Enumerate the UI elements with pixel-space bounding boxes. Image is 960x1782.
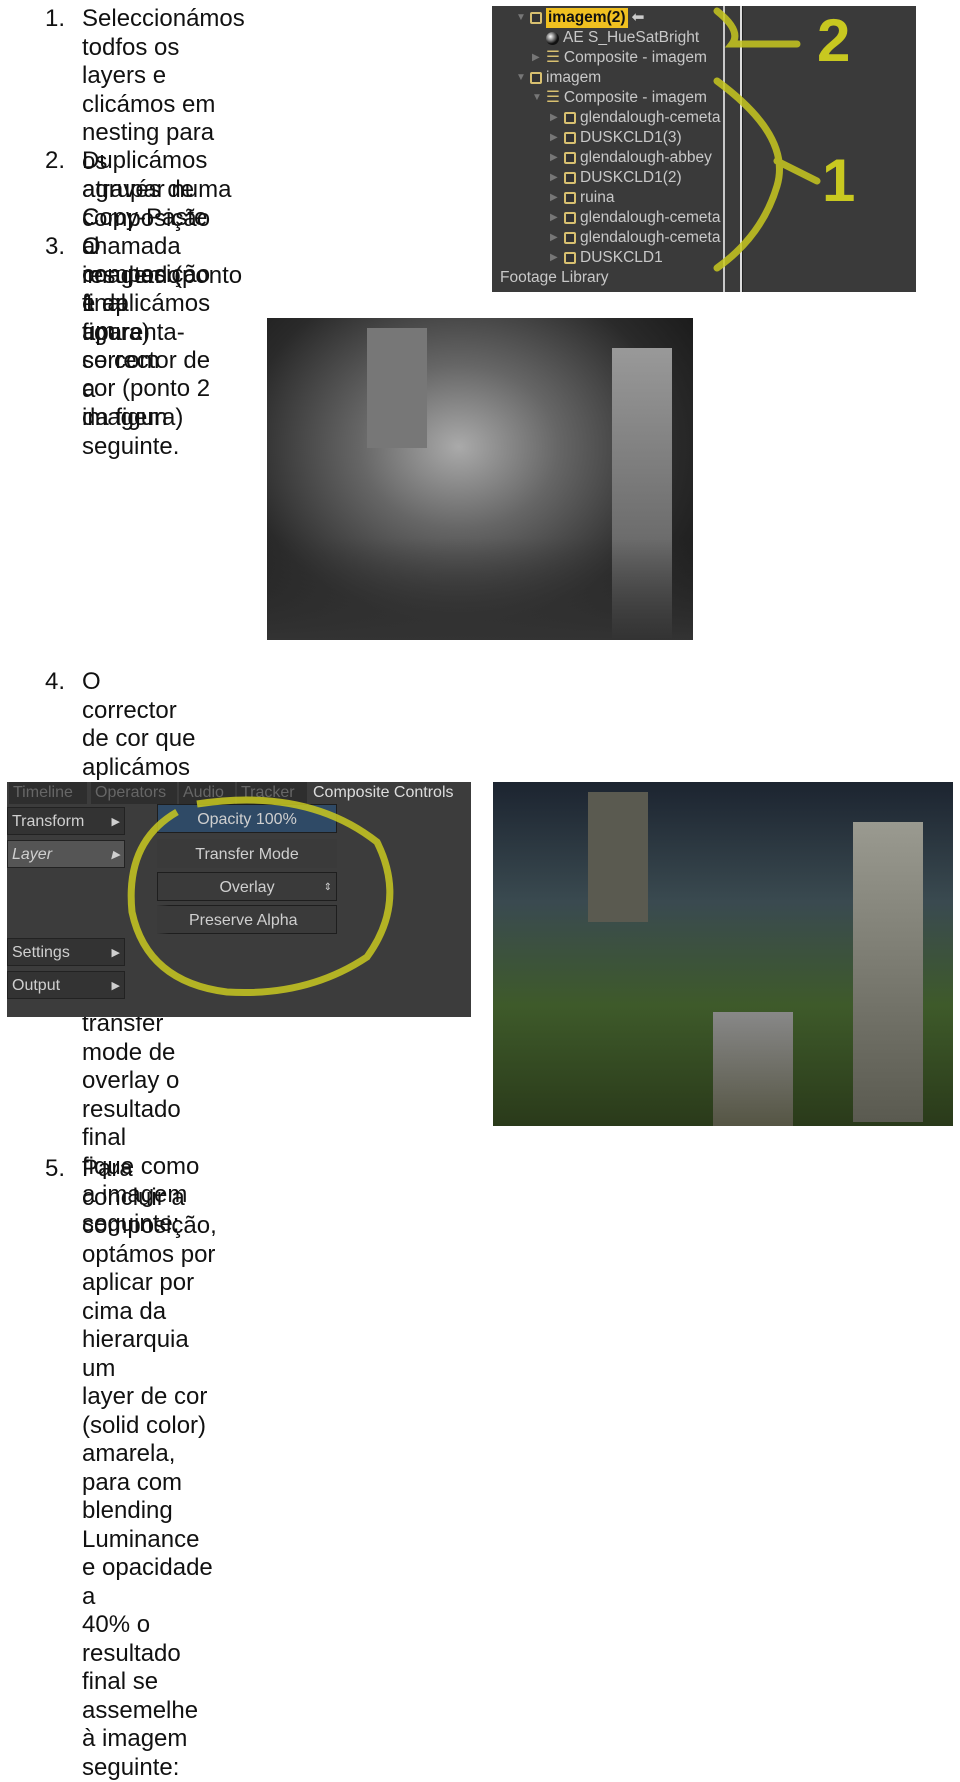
composite-controls-screenshot: Timeline Operators Audio Tracker Composi… bbox=[7, 782, 471, 1017]
line: Seleccionámos todfos os layers e bbox=[82, 5, 245, 89]
result-image-overlay bbox=[493, 782, 953, 1126]
tower bbox=[367, 328, 427, 448]
line: 40% o resultado final se assemelhe à ima… bbox=[82, 1611, 199, 1781]
celtic-cross bbox=[853, 822, 923, 1122]
layer-tree-screenshot: ▼ imagem(2) ⬅ AE S_HueSatBright ▶ ☰ Composit… bbox=[492, 6, 916, 292]
line: Para concluir a composição, optámos por … bbox=[82, 1155, 217, 1382]
annotation-1: 1 bbox=[822, 147, 856, 214]
line: Duplicámos através de Copy-Paste bbox=[82, 147, 208, 231]
annotation-circle bbox=[127, 796, 394, 997]
annotation-2: 2 bbox=[817, 7, 851, 74]
tower bbox=[588, 792, 648, 922]
line: a imagem seguinte. bbox=[82, 375, 180, 460]
line: layer de cor (solid color) amarela, para… bbox=[82, 1383, 213, 1610]
path bbox=[713, 1012, 793, 1126]
line: O resultado final aparenta-se com bbox=[82, 233, 185, 374]
result-image-grayscale bbox=[267, 318, 693, 640]
